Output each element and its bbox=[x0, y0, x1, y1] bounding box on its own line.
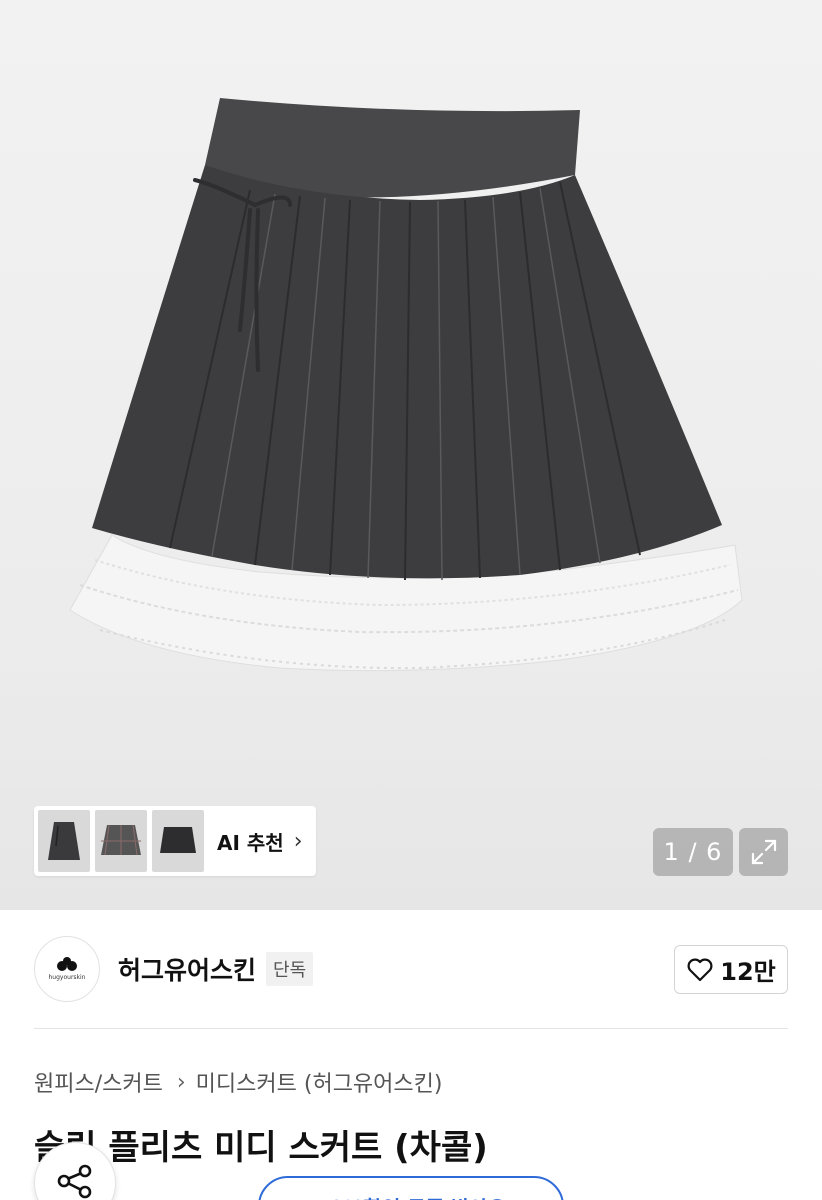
ai-recommend-link[interactable]: AI 추천 › bbox=[217, 827, 303, 856]
recommend-thumbnail[interactable] bbox=[152, 810, 204, 872]
image-counter: 1 / 6 bbox=[653, 828, 733, 876]
expand-icon bbox=[751, 839, 776, 865]
divider bbox=[34, 1028, 788, 1029]
exclusive-badge: 단독 bbox=[266, 952, 314, 986]
brand-logo-text: hugyourskin bbox=[48, 974, 86, 981]
breadcrumb-subcategory[interactable]: 미디스커트 (허그유어스킨) bbox=[196, 1066, 443, 1098]
product-photo-skirt bbox=[69, 98, 743, 672]
expand-button[interactable] bbox=[739, 828, 788, 876]
recommend-thumbnail[interactable] bbox=[38, 810, 90, 872]
breadcrumb-category[interactable]: 원피스/스커트 bbox=[34, 1066, 163, 1098]
chevron-right-icon: › bbox=[293, 828, 303, 854]
like-button[interactable]: 12만 bbox=[674, 945, 788, 994]
ai-recommend-label: AI 추천 bbox=[217, 830, 284, 855]
brand-row: hugyourskin 허그유어스킨 단독 12만 bbox=[34, 936, 788, 1002]
brand-logo-icon bbox=[57, 957, 77, 971]
ai-recommend-strip[interactable]: AI 추천 › bbox=[34, 806, 316, 876]
breadcrumb: 원피스/스커트 › 미디스커트 (허그유어스킨) bbox=[34, 1066, 442, 1098]
brand-logo[interactable]: hugyourskin bbox=[34, 936, 100, 1002]
recommend-thumbnail[interactable] bbox=[95, 810, 147, 872]
heart-icon bbox=[687, 958, 713, 981]
brand-name[interactable]: 허그유어스킨 bbox=[118, 951, 256, 987]
share-icon bbox=[57, 1164, 92, 1199]
coupon-button[interactable]: 10%할인 쿠폰 받아요 bbox=[258, 1176, 564, 1200]
chevron-right-icon: › bbox=[176, 1069, 186, 1095]
product-image-gallery[interactable]: AI 추천 › 1 / 6 bbox=[0, 0, 822, 910]
like-count: 12만 bbox=[720, 958, 776, 986]
